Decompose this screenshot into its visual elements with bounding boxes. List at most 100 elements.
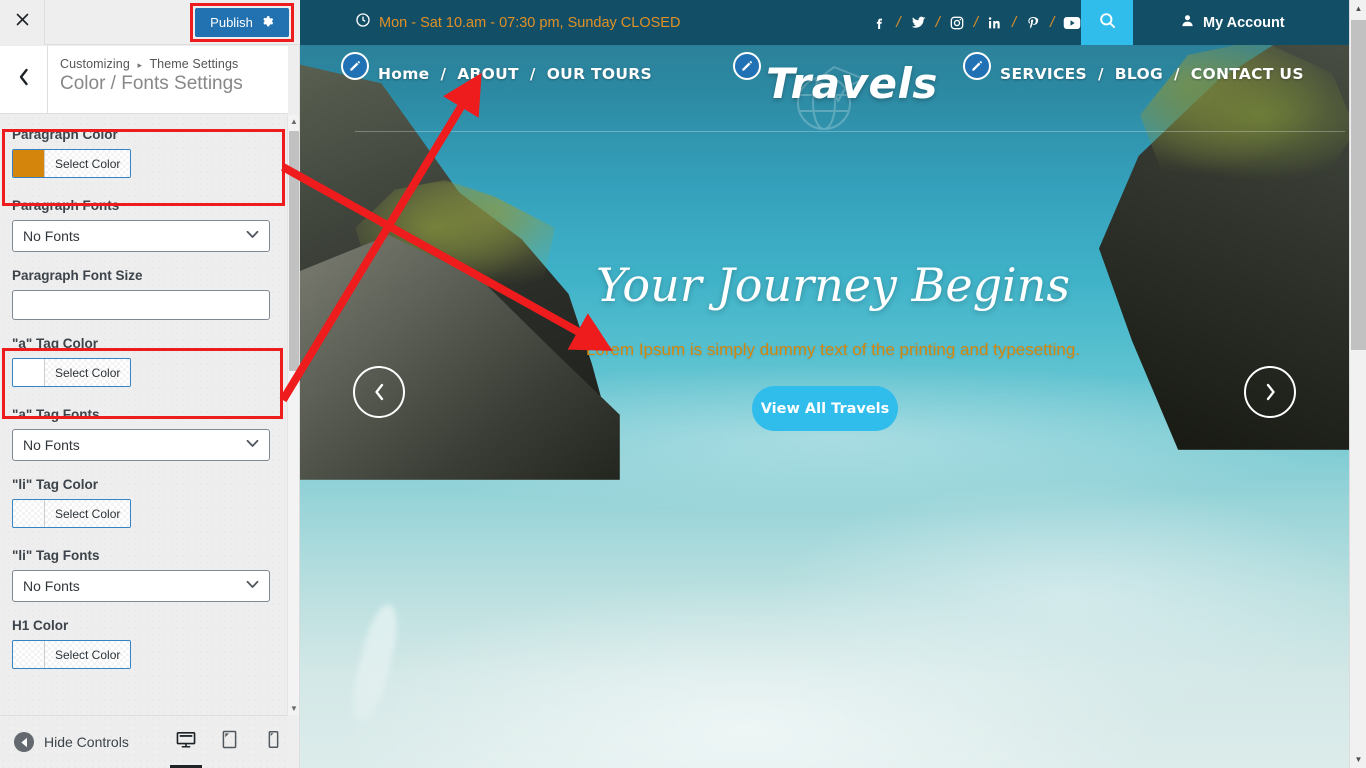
hero-heading: Your Journey Begins <box>596 258 1070 312</box>
control-a-tag-color: "a" Tag Color Select Color <box>0 336 288 391</box>
pencil-edit-icon-nav-right[interactable] <box>963 52 991 80</box>
control-label: Paragraph Color <box>12 127 118 142</box>
color-picker-li-tag-color[interactable]: Select Color <box>12 499 132 528</box>
customizer-footer: Hide Controls <box>0 715 288 768</box>
nav-item-our-tours[interactable]: OUR TOURS <box>547 65 652 83</box>
select-paragraph-fonts[interactable]: No Fonts <box>12 220 270 252</box>
control-label: Paragraph Font Size <box>12 268 143 283</box>
breadcrumb-root[interactable]: Customizing <box>60 57 130 71</box>
nav-item-about[interactable]: ABOUT <box>457 65 519 83</box>
publish-button[interactable]: Publish <box>195 8 289 37</box>
linkedin-icon[interactable] <box>987 15 1003 31</box>
youtube-icon[interactable] <box>1063 16 1081 30</box>
paragraph-font-size-input[interactable] <box>12 290 270 320</box>
close-customizer-button[interactable] <box>0 0 45 45</box>
site-top-bar: Mon - Sat 10.am - 07:30 pm, Sunday CLOSE… <box>300 0 1366 45</box>
device-preview-switcher <box>169 730 285 768</box>
mobile-icon <box>268 730 279 754</box>
select-value: No Fonts <box>23 437 80 453</box>
control-label: "a" Tag Color <box>12 336 99 351</box>
select-li-tag-fonts[interactable]: No Fonts <box>12 570 270 602</box>
site-preview-frame: Mon - Sat 10.am - 07:30 pm, Sunday CLOSE… <box>300 0 1366 768</box>
twitter-icon[interactable] <box>910 14 927 31</box>
close-icon <box>15 12 30 32</box>
nav-item-blog[interactable]: BLOG <box>1115 65 1163 83</box>
select-color-button[interactable]: Select Color <box>45 641 130 668</box>
social-separator: / <box>896 14 901 31</box>
scroll-up-arrow-icon[interactable]: ▲ <box>288 115 300 128</box>
customizer-panel-header: Customizing ▸ Theme Settings Color / Fon… <box>0 46 288 114</box>
site-brand[interactable]: Travels <box>766 59 938 108</box>
social-separator: / <box>973 14 978 31</box>
control-a-tag-fonts: "a" Tag Fonts No Fonts <box>0 407 288 461</box>
instagram-icon[interactable] <box>949 15 965 31</box>
control-li-tag-fonts: "li" Tag Fonts No Fonts <box>0 548 288 602</box>
control-label: "a" Tag Fonts <box>12 407 100 422</box>
color-swatch[interactable] <box>13 150 45 177</box>
customizer-controls-list: Paragraph Color Select Color Paragraph F… <box>0 115 288 715</box>
pencil-edit-icon-nav-left[interactable] <box>341 52 369 80</box>
hero-paragraph: Lorem Ipsum is simply dummy text of the … <box>585 340 1081 359</box>
control-label: "li" Tag Color <box>12 477 99 492</box>
select-color-button[interactable]: Select Color <box>45 500 130 527</box>
color-picker-a-tag-color[interactable]: Select Color <box>12 358 132 387</box>
color-picker-h1-color[interactable]: Select Color <box>12 640 132 669</box>
control-h1-color: H1 Color Select Color <box>0 618 288 673</box>
tablet-preview-button[interactable] <box>219 730 241 753</box>
brand-text: Travels <box>766 59 938 108</box>
select-color-button[interactable]: Select Color <box>45 150 130 177</box>
nav-item-home[interactable]: Home <box>378 65 429 83</box>
color-swatch[interactable] <box>13 359 45 386</box>
scroll-down-arrow-icon[interactable]: ▼ <box>1350 751 1366 768</box>
view-all-travels-button[interactable]: View All Travels <box>752 386 898 431</box>
social-links[interactable]: / / / / / <box>871 14 1081 31</box>
panel-titles: Customizing ▸ Theme Settings Color / Fon… <box>48 46 243 113</box>
scrollbar-thumb[interactable] <box>289 131 299 371</box>
nav-separator: / <box>1174 65 1180 83</box>
browser-scrollbar[interactable]: ▲ ▼ <box>1349 0 1366 768</box>
color-swatch[interactable] <box>13 500 45 527</box>
control-paragraph-font-size: Paragraph Font Size <box>0 268 288 320</box>
social-separator: / <box>935 14 940 31</box>
slider-prev-button[interactable] <box>353 366 405 418</box>
customizer-top-bar: Publish <box>0 0 300 45</box>
nav-divider-line <box>355 131 1345 132</box>
nav-right-items: SERVICES / BLOG / CONTACT US <box>1000 65 1304 83</box>
select-value: No Fonts <box>23 578 80 594</box>
water-light-streak <box>345 601 405 725</box>
collapse-arrow-icon <box>14 732 34 752</box>
gear-icon[interactable] <box>261 15 274 30</box>
search-icon <box>1098 11 1117 35</box>
nav-item-services[interactable]: SERVICES <box>1000 65 1087 83</box>
customizer-scrollbar[interactable]: ▲ ▼ <box>287 115 299 715</box>
slider-next-button[interactable] <box>1244 366 1296 418</box>
control-label: "li" Tag Fonts <box>12 548 100 563</box>
scroll-up-arrow-icon[interactable]: ▲ <box>1350 0 1366 17</box>
select-a-tag-fonts[interactable]: No Fonts <box>12 429 270 461</box>
facebook-icon[interactable] <box>871 15 887 31</box>
my-account-link[interactable]: My Account <box>1180 0 1285 45</box>
nav-item-contact-us[interactable]: CONTACT US <box>1191 65 1304 83</box>
color-swatch[interactable] <box>13 641 45 668</box>
chevron-down-icon <box>246 439 259 451</box>
control-paragraph-fonts: Paragraph Fonts No Fonts <box>0 198 288 252</box>
user-icon <box>1180 13 1195 32</box>
color-picker-paragraph-color[interactable]: Select Color <box>12 149 132 178</box>
back-button[interactable] <box>0 46 48 113</box>
nav-separator: / <box>1097 65 1104 83</box>
control-paragraph-color: Paragraph Color Select Color <box>0 127 288 182</box>
select-color-button[interactable]: Select Color <box>45 359 130 386</box>
pinterest-icon[interactable] <box>1025 15 1041 31</box>
customizer-sidebar: Publish Customizing ▸ Theme Settings Col… <box>0 0 300 768</box>
search-button[interactable] <box>1081 0 1133 45</box>
pencil-edit-icon-brand[interactable] <box>733 52 761 80</box>
mobile-preview-button[interactable] <box>263 730 285 754</box>
breadcrumb-section[interactable]: Theme Settings <box>149 57 238 71</box>
scroll-down-arrow-icon[interactable]: ▼ <box>288 702 300 715</box>
control-label: H1 Color <box>12 618 69 633</box>
publish-highlight-box: Publish <box>190 3 294 42</box>
desktop-preview-button[interactable] <box>169 731 202 768</box>
hide-controls-button[interactable]: Hide Controls <box>14 732 129 752</box>
hide-controls-label: Hide Controls <box>44 734 129 750</box>
scrollbar-thumb[interactable] <box>1351 20 1366 350</box>
